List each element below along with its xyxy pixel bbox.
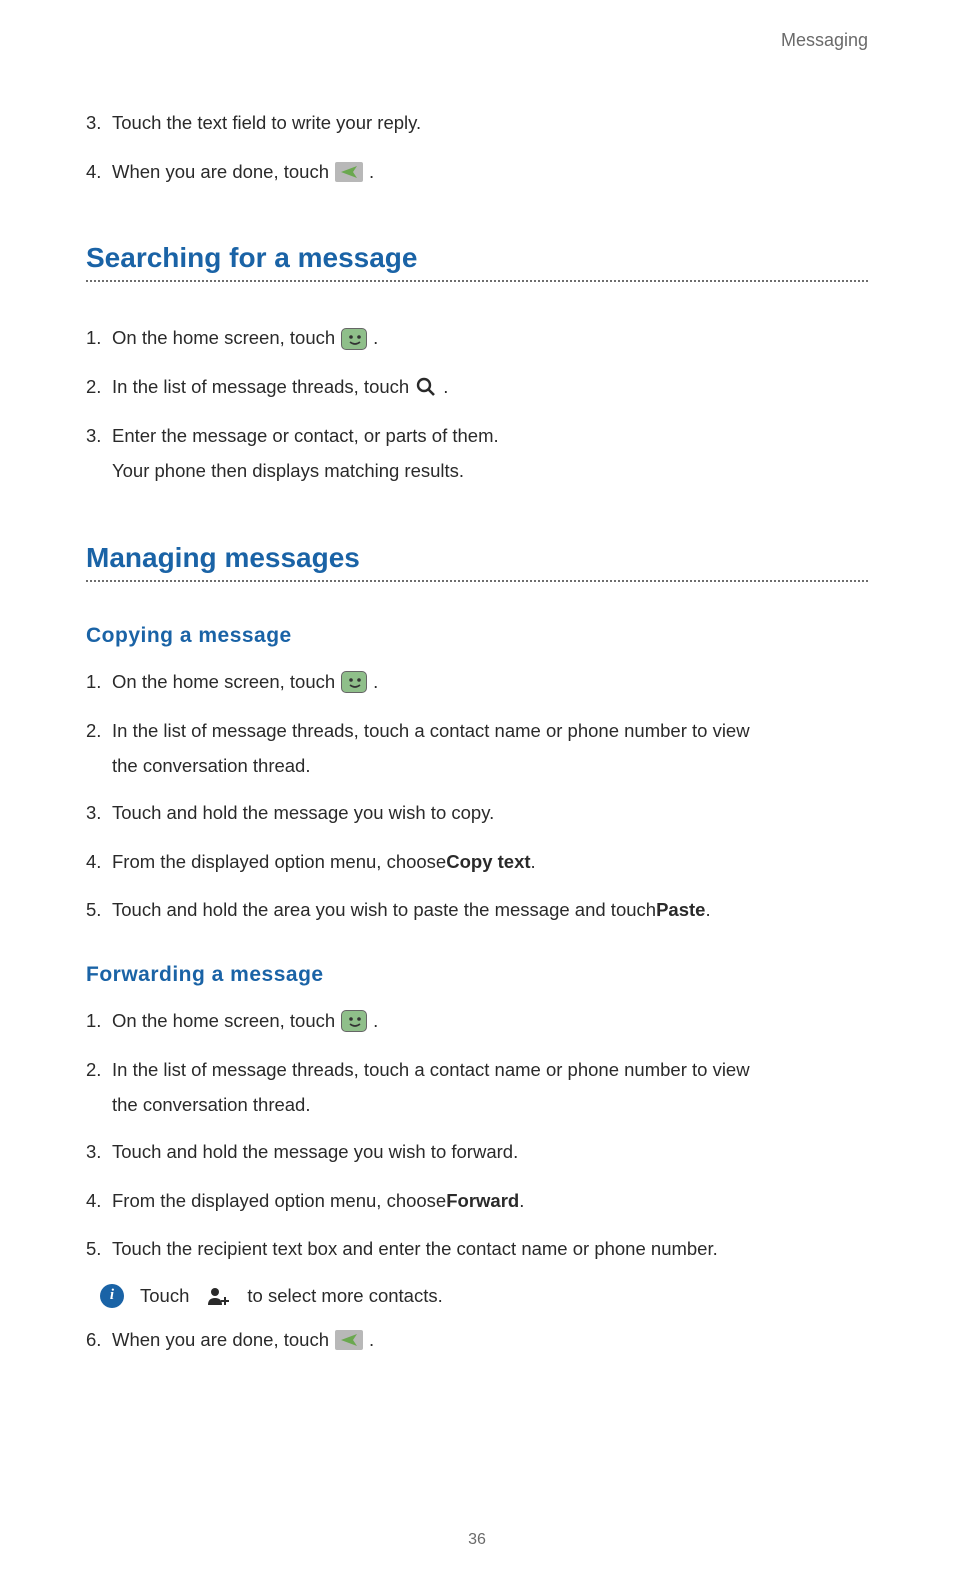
step-item: 5. Touch the recipient text box and ente… xyxy=(86,1235,868,1264)
section-heading-manage: Managing messages xyxy=(86,542,868,574)
step-item: 3. Touch and hold the message you wish t… xyxy=(86,1138,868,1167)
step-bold: Forward xyxy=(446,1187,519,1216)
step-text: When you are done, touch xyxy=(112,1326,329,1355)
send-icon xyxy=(335,1330,363,1350)
info-icon: i xyxy=(100,1284,124,1308)
step-continuation: Your phone then displays matching result… xyxy=(112,456,868,486)
step-continuation: the conversation thread. xyxy=(112,751,868,781)
step-number: 3. xyxy=(86,422,112,451)
step-text: Touch the recipient text box and enter t… xyxy=(112,1235,718,1264)
step-text: . xyxy=(373,1007,378,1036)
step-item: 5. Touch and hold the area you wish to p… xyxy=(86,896,868,925)
tip-row: i Touch to select more contacts. xyxy=(94,1284,868,1308)
step-number: 1. xyxy=(86,668,112,697)
step-item: 3. Enter the message or contact, or part… xyxy=(86,422,868,451)
step-number: 1. xyxy=(86,324,112,353)
step-number: 3. xyxy=(86,109,112,138)
step-item: 3. Touch and hold the message you wish t… xyxy=(86,799,868,828)
step-text: In the list of message threads, touch a … xyxy=(112,717,750,746)
step-text: Touch the text field to write your reply… xyxy=(112,109,421,138)
step-text: . xyxy=(369,158,374,187)
step-item: 4. From the displayed option menu, choos… xyxy=(86,848,868,877)
person-plus-icon xyxy=(205,1285,231,1307)
step-text: On the home screen, touch xyxy=(112,324,335,353)
step-number: 5. xyxy=(86,1235,112,1264)
step-number: 6. xyxy=(86,1326,112,1355)
tip-text: Touch xyxy=(140,1285,189,1307)
step-item: 2. In the list of message threads, touch… xyxy=(86,373,868,402)
step-text: . xyxy=(531,848,536,877)
step-text: . xyxy=(443,373,448,402)
messaging-smile-icon xyxy=(341,328,367,350)
tip-text: to select more contacts. xyxy=(247,1285,442,1307)
page-number: 36 xyxy=(0,1531,954,1549)
step-continuation: the conversation thread. xyxy=(112,1090,868,1120)
step-item: 4. When you are done, touch . xyxy=(86,158,868,187)
step-number: 2. xyxy=(86,1056,112,1085)
step-item: 2. In the list of message threads, touch… xyxy=(86,1056,868,1085)
step-item: 1. On the home screen, touch . xyxy=(86,668,868,697)
step-text: Touch and hold the message you wish to f… xyxy=(112,1138,518,1167)
step-text: . xyxy=(373,324,378,353)
send-icon xyxy=(335,162,363,182)
step-text: When you are done, touch xyxy=(112,158,329,187)
messaging-smile-icon xyxy=(341,1010,367,1032)
section-divider xyxy=(86,280,868,282)
page-content: Messaging 3. Touch the text field to wri… xyxy=(0,0,954,1355)
header-category: Messaging xyxy=(86,30,868,51)
step-text: On the home screen, touch xyxy=(112,1007,335,1036)
step-number: 4. xyxy=(86,1187,112,1216)
step-number: 4. xyxy=(86,158,112,187)
step-text: In the list of message threads, touch a … xyxy=(112,1056,750,1085)
step-number: 2. xyxy=(86,373,112,402)
step-text: . xyxy=(373,668,378,697)
step-item: 1. On the home screen, touch . xyxy=(86,324,868,353)
messaging-smile-icon xyxy=(341,671,367,693)
section-heading-search: Searching for a message xyxy=(86,242,868,274)
step-item: 3. Touch the text field to write your re… xyxy=(86,109,868,138)
step-text: . xyxy=(369,1326,374,1355)
step-item: 6. When you are done, touch . xyxy=(86,1326,868,1355)
subsection-heading-forward: Forwarding a message xyxy=(86,963,868,987)
step-text: Enter the message or contact, or parts o… xyxy=(112,422,499,451)
step-item: 2. In the list of message threads, touch… xyxy=(86,717,868,746)
step-text: . xyxy=(705,896,710,925)
step-bold: Paste xyxy=(656,896,705,925)
step-item: 4. From the displayed option menu, choos… xyxy=(86,1187,868,1216)
section-divider xyxy=(86,580,868,582)
step-text: From the displayed option menu, choose xyxy=(112,1187,446,1216)
subsection-heading-copy: Copying a message xyxy=(86,624,868,648)
step-text: On the home screen, touch xyxy=(112,668,335,697)
step-text: Touch and hold the area you wish to past… xyxy=(112,896,656,925)
search-icon xyxy=(415,376,437,398)
step-number: 2. xyxy=(86,717,112,746)
step-bold: Copy text xyxy=(446,848,530,877)
step-number: 4. xyxy=(86,848,112,877)
step-text: From the displayed option menu, choose xyxy=(112,848,446,877)
step-number: 3. xyxy=(86,799,112,828)
step-number: 5. xyxy=(86,896,112,925)
step-text: . xyxy=(519,1187,524,1216)
step-text: In the list of message threads, touch xyxy=(112,373,409,402)
step-number: 3. xyxy=(86,1138,112,1167)
step-item: 1. On the home screen, touch . xyxy=(86,1007,868,1036)
step-text: Touch and hold the message you wish to c… xyxy=(112,799,494,828)
step-number: 1. xyxy=(86,1007,112,1036)
